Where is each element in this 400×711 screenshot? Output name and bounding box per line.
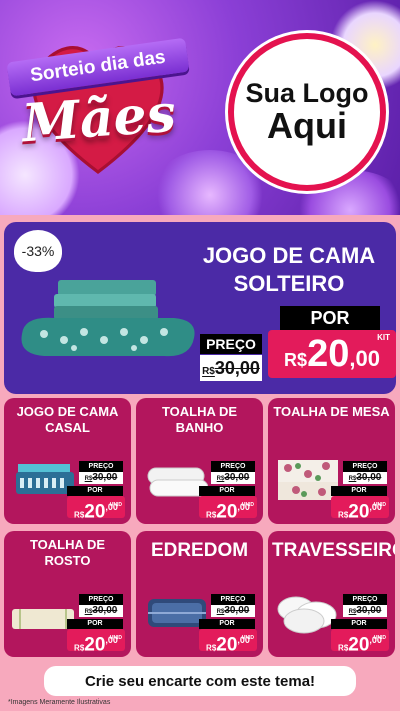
- header-banner: Sorteio dia das Mães Sua Logo Aqui: [0, 0, 400, 215]
- bedding-set-image: [21, 280, 195, 357]
- product-card[interactable]: JOGO DE CAMA CASAL PREÇO R$30,00 POR R$20,00…: [4, 398, 131, 524]
- product-image: [277, 596, 337, 634]
- product-image: [148, 599, 206, 627]
- new-price: R$20,00 UNID: [331, 496, 389, 522]
- event-title: Mães: [20, 82, 178, 155]
- price-label: PREÇO: [211, 461, 255, 472]
- unit-label: UNID: [241, 502, 254, 508]
- old-price: R$30,00: [79, 472, 123, 484]
- logo-text-line2: Aqui: [267, 105, 347, 147]
- unit-label: UNID: [109, 502, 122, 508]
- kit-label: KIT: [377, 333, 390, 342]
- new-price: R$20,00 UNID: [67, 629, 125, 655]
- product-title: TRAVESSEIRO: [272, 540, 395, 561]
- logo-text-line1: Sua Logo: [245, 77, 369, 108]
- price-label: PREÇO: [211, 594, 255, 605]
- price-label: PREÇO: [79, 461, 123, 472]
- product-image: [16, 464, 74, 494]
- new-price: R$20,00 UNID: [67, 496, 125, 522]
- new-price: R$20,00 KIT: [268, 330, 396, 378]
- product-image: [147, 467, 208, 497]
- product-card[interactable]: TOALHA DE ROSTO PREÇO R$30,00 POR R$20,00 UNI…: [4, 531, 131, 657]
- cta-button[interactable]: Crie seu encarte com este tema!: [44, 666, 356, 696]
- product-card[interactable]: TOALHA DE MESA PREÇO R$30,00 POR R$20,00 UNID: [268, 398, 395, 524]
- new-price: R$20,00 UNID: [331, 629, 389, 655]
- price-label: PREÇO: [200, 334, 262, 354]
- logo-placeholder: Sua Logo Aqui: [228, 33, 386, 191]
- product-title: TOALHA DE ROSTO: [29, 537, 106, 568]
- unit-label: UNID: [373, 502, 386, 508]
- old-price: R$30,00: [343, 605, 387, 617]
- unit-label: UNID: [373, 635, 386, 641]
- product-card[interactable]: TOALHA DE BANHO PREÇO R$30,00 POR R$20,00 UNI…: [136, 398, 263, 524]
- product-card[interactable]: EDREDOM PREÇO R$30,00 POR R$20,00 UNID: [136, 531, 263, 657]
- new-price: R$20,00 UNID: [199, 496, 257, 522]
- product-title: TOALHA DE BANHO: [161, 404, 238, 435]
- new-price: R$20,00 UNID: [199, 629, 257, 655]
- featured-product-card[interactable]: -33% JOGO DE CAMA SOLTEIRO PREÇO R$30,00…: [4, 222, 396, 394]
- featured-title: JOGO DE CAMA SOLTEIRO: [202, 243, 376, 296]
- price-label: PREÇO: [343, 461, 387, 472]
- old-price: R$30,00: [211, 472, 255, 484]
- product-image: [278, 460, 338, 500]
- product-image: [12, 609, 74, 629]
- price-label: PREÇO: [79, 594, 123, 605]
- discount-badge: -33%: [14, 230, 62, 272]
- price-label: PREÇO: [343, 594, 387, 605]
- footnote: *Imagens Meramente Ilustrativas: [8, 699, 111, 706]
- unit-label: UNID: [241, 635, 254, 641]
- product-title: EDREDOM: [150, 540, 249, 561]
- product-title: TOALHA DE MESA: [273, 404, 390, 419]
- old-price: R$30,00: [211, 605, 255, 617]
- old-price: R$30,00: [79, 605, 123, 617]
- old-price: R$30,00: [343, 472, 387, 484]
- old-price: R$30,00: [200, 355, 262, 381]
- product-title: JOGO DE CAMA CASAL: [16, 404, 119, 435]
- product-card[interactable]: TRAVESSEIRO PREÇO R$30,00 POR R$20,00 UNID: [268, 531, 395, 657]
- unit-label: UNID: [109, 635, 122, 641]
- por-label: POR: [280, 306, 380, 330]
